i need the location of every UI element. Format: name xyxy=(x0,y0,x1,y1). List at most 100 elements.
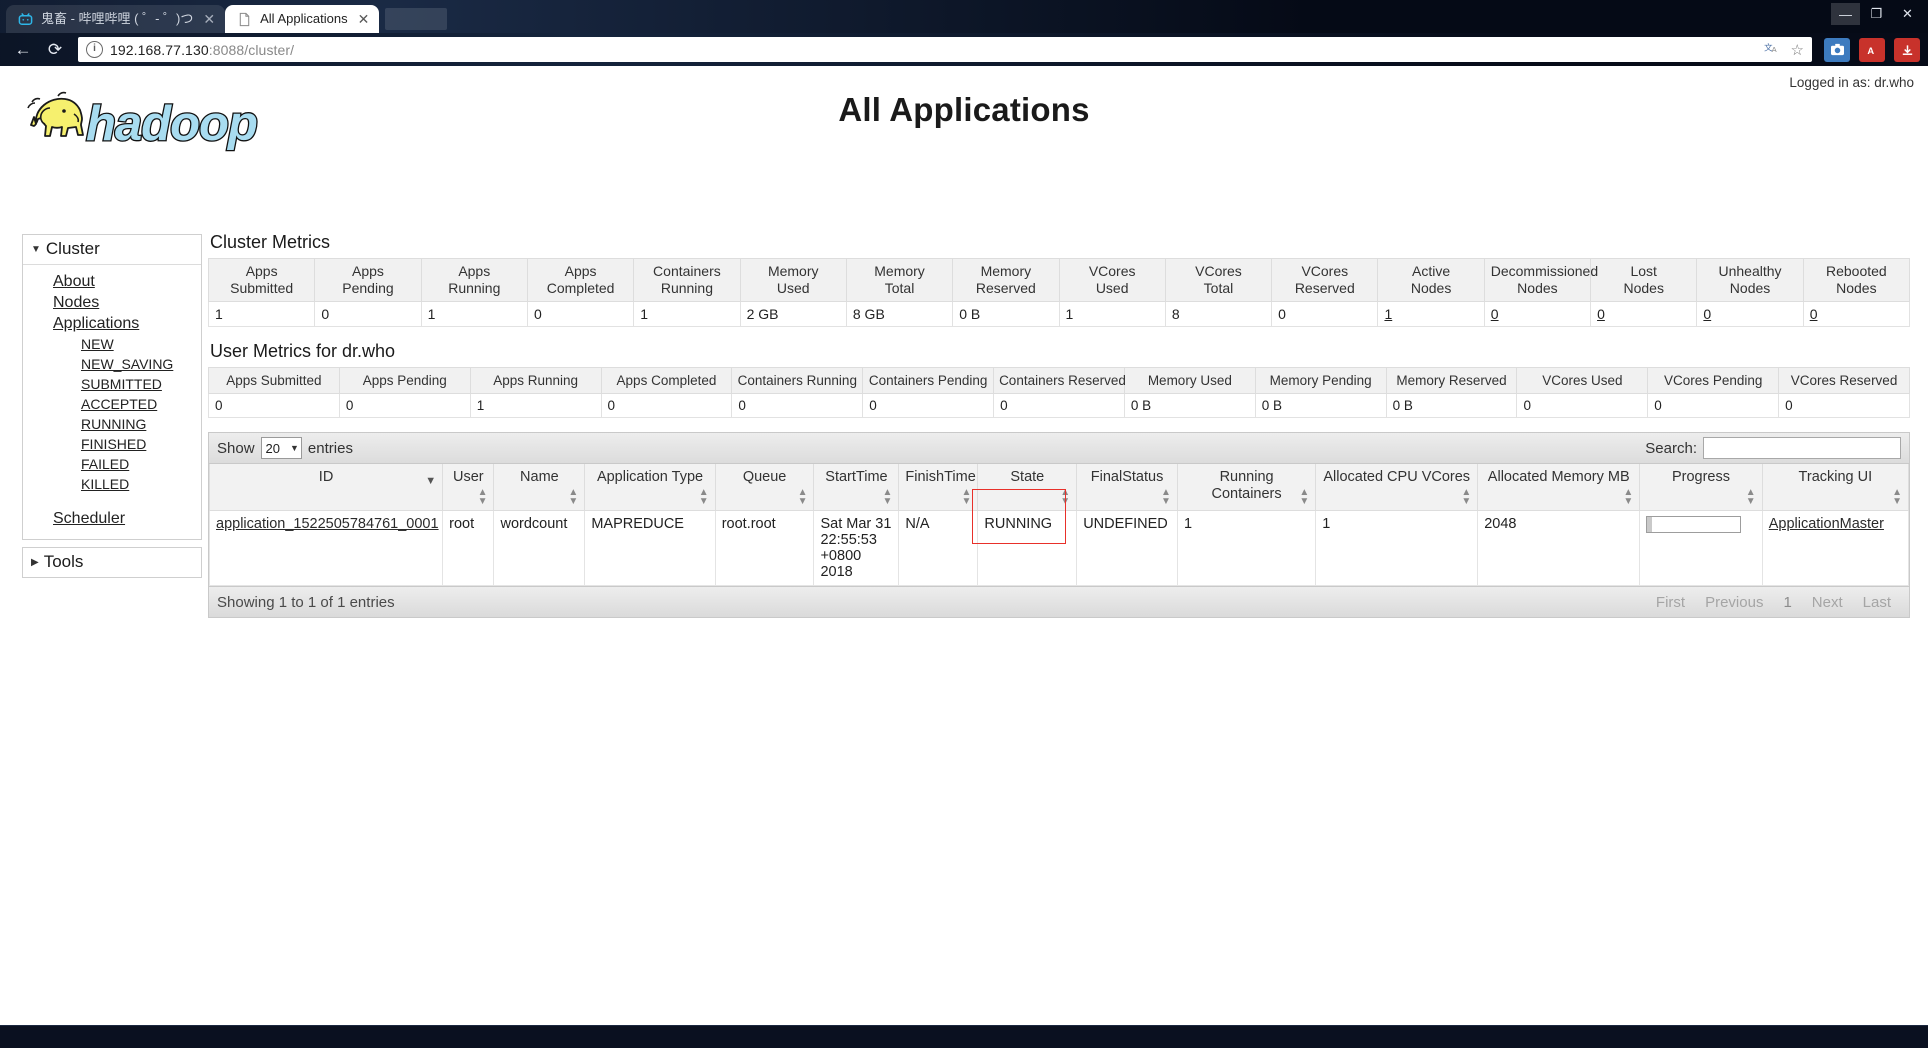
pdf-extension-icon[interactable]: A xyxy=(1859,37,1885,62)
bookmark-star-icon[interactable]: ☆ xyxy=(1791,41,1804,59)
sidebar-cluster-header[interactable]: ▼ Cluster xyxy=(23,235,201,265)
cluster-metric-header: VCores Used xyxy=(1058,258,1166,302)
user-metric-header: VCores Pending xyxy=(1647,367,1780,394)
applications-column-header[interactable]: Running Containers ▲ ▼ xyxy=(1176,464,1317,511)
cluster-metric-link[interactable]: 0 xyxy=(1810,306,1818,322)
user-metric-value: 0 xyxy=(1778,393,1910,418)
column-label: Application Type xyxy=(596,469,704,485)
sidebar-tools-box: ▶ Tools xyxy=(22,547,202,578)
page-length-select[interactable]: 20 ▼ xyxy=(260,437,302,459)
cluster-metric-link[interactable]: 0 xyxy=(1597,306,1605,322)
pagination-next-button[interactable]: Next xyxy=(1802,591,1853,614)
window-maximize-button[interactable]: ❐ xyxy=(1862,3,1891,25)
sort-desc-icon: ▼ xyxy=(425,475,437,487)
browser-tab-bilibili[interactable]: 鬼畜 - 哔哩哔哩 ( ゜- ゜)つ ✕ xyxy=(6,5,226,33)
user-metric-header: Memory Pending xyxy=(1254,367,1387,394)
cluster-metric-header: VCores Reserved xyxy=(1271,258,1379,302)
applications-column-header[interactable]: User ▲ ▼ xyxy=(442,464,495,511)
cluster-metric-link[interactable]: 1 xyxy=(1384,306,1392,322)
tab-close-icon[interactable]: ✕ xyxy=(358,12,370,26)
user-metrics-value-row: 00100000 B0 B0 B000 xyxy=(208,393,1910,418)
search-input[interactable] xyxy=(1703,437,1901,459)
cluster-metric-value[interactable]: 1 xyxy=(1377,301,1485,327)
applications-column-header[interactable]: Queue ▲ ▼ xyxy=(714,464,815,511)
screenshot-extension-icon[interactable] xyxy=(1824,37,1850,62)
sidebar-item-state-accepted[interactable]: ACCEPTED xyxy=(23,394,201,414)
translate-icon[interactable]: 文 A xyxy=(1764,40,1781,60)
sidebar-item-state-running[interactable]: RUNNING xyxy=(23,414,201,434)
reload-icon[interactable]: ⟳ xyxy=(40,36,70,64)
applications-column-header[interactable]: StartTime ▲ ▼ xyxy=(813,464,900,511)
address-bar[interactable]: i 192.168.77.130:8088/cluster/ 文 A ☆ xyxy=(78,37,1812,62)
cluster-metric-value[interactable]: 0 xyxy=(1802,301,1911,327)
window-close-button[interactable]: ✕ xyxy=(1893,3,1922,25)
pagination-first-button[interactable]: First xyxy=(1646,591,1695,614)
pagination-previous-button[interactable]: Previous xyxy=(1695,591,1773,614)
sidebar-item-state-new-saving[interactable]: NEW_SAVING xyxy=(23,354,201,374)
window-minimize-button[interactable]: — xyxy=(1831,3,1860,25)
column-label: State xyxy=(1010,469,1045,485)
datatable-footer: Showing 1 to 1 of 1 entries First Previo… xyxy=(209,586,1909,617)
applications-datatable: Show 20 ▼ entries Search: ID ▼ User ▲ ▼ … xyxy=(208,432,1910,618)
applications-column-header[interactable]: Name ▲ ▼ xyxy=(493,464,586,511)
applications-column-header[interactable]: Allocated Memory MB ▲ ▼ xyxy=(1477,464,1641,511)
browser-window: 鬼畜 - 哔哩哔哩 ( ゜- ゜)つ ✕ All Applications ✕ … xyxy=(0,0,1928,1048)
pagination-page-1-button[interactable]: 1 xyxy=(1773,591,1801,614)
cluster-metric-header: Apps Pending xyxy=(314,258,422,302)
applications-column-header[interactable]: State ▲ ▼ xyxy=(977,464,1078,511)
application-id-link[interactable]: application_1522505784761_0001 xyxy=(216,516,439,532)
applications-column-header[interactable]: Application Type ▲ ▼ xyxy=(584,464,716,511)
sidebar-item-about[interactable]: About xyxy=(23,271,201,292)
applications-header-row: ID ▼ User ▲ ▼ Name ▲ ▼ Application Type ▲ ▼ Queue ▲ ▼… xyxy=(208,464,1910,511)
applications-column-header[interactable]: FinalStatus ▲ ▼ xyxy=(1076,464,1178,511)
search-label: Search: xyxy=(1645,439,1697,457)
sidebar-cluster-box: ▼ Cluster About Nodes Applications NEW NE… xyxy=(22,234,202,540)
sidebar-item-applications[interactable]: Applications xyxy=(23,313,201,334)
sidebar-item-state-failed[interactable]: FAILED xyxy=(23,454,201,474)
applications-column-header[interactable]: Tracking UI ▲ ▼ xyxy=(1761,464,1910,511)
applications-column-header[interactable]: ID ▼ xyxy=(208,464,444,511)
svg-text:A: A xyxy=(1771,45,1776,54)
cluster-metric-link[interactable]: 0 xyxy=(1703,306,1711,322)
applications-column-header[interactable]: Allocated CPU VCores ▲ ▼ xyxy=(1315,464,1479,511)
cluster-metric-value[interactable]: 0 xyxy=(1590,301,1698,327)
tab-close-icon[interactable]: ✕ xyxy=(203,12,215,26)
site-info-icon[interactable]: i xyxy=(86,41,103,58)
applications-column-header[interactable]: FinishTime ▲ ▼ xyxy=(898,464,979,511)
user-metric-header: Containers Reserved xyxy=(993,367,1126,394)
column-label: Progress xyxy=(1671,469,1730,485)
cell-allocated-memory-mb: 2048 xyxy=(1477,510,1641,586)
user-metric-header: Apps Submitted xyxy=(208,367,340,394)
sidebar-item-nodes[interactable]: Nodes xyxy=(23,292,201,313)
page-length-value: 20 xyxy=(265,440,280,456)
new-tab-area[interactable] xyxy=(385,8,448,30)
chevron-right-icon: ▶ xyxy=(31,557,39,569)
cluster-metric-value: 0 B xyxy=(952,301,1060,327)
cell-tracking-ui[interactable]: ApplicationMaster xyxy=(1761,510,1910,586)
back-icon[interactable]: ← xyxy=(8,36,38,64)
cluster-metric-value[interactable]: 0 xyxy=(1696,301,1804,327)
hadoop-logo[interactable]: hadoop xyxy=(14,78,324,158)
sidebar-item-scheduler[interactable]: Scheduler xyxy=(23,508,201,529)
sidebar-item-state-new[interactable]: NEW xyxy=(23,334,201,354)
tab-strip: 鬼畜 - 哔哩哔哩 ( ゜- ゜)つ ✕ All Applications ✕ xyxy=(0,0,448,33)
sidebar-item-state-killed[interactable]: KILLED xyxy=(23,474,201,494)
sidebar-item-state-finished[interactable]: FINISHED xyxy=(23,434,201,454)
pagination-last-button[interactable]: Last xyxy=(1853,591,1901,614)
download-extension-icon[interactable] xyxy=(1894,37,1920,62)
sidebar-tools-header[interactable]: ▶ Tools xyxy=(23,548,201,577)
sidebar-tools-label: Tools xyxy=(43,552,84,571)
tracking-ui-link[interactable]: ApplicationMaster xyxy=(1769,516,1884,532)
cluster-metric-value[interactable]: 0 xyxy=(1483,301,1592,327)
column-label: Running Containers xyxy=(1211,469,1282,502)
sidebar-item-state-submitted[interactable]: SUBMITTED xyxy=(23,374,201,394)
svg-text:A: A xyxy=(1867,45,1874,55)
cell-user: root xyxy=(442,510,495,586)
cluster-metric-value: 1 xyxy=(633,301,741,327)
browser-tab-all-applications[interactable]: All Applications ✕ xyxy=(225,5,380,33)
cluster-metric-link[interactable]: 0 xyxy=(1491,306,1499,322)
cell-application-id[interactable]: application_1522505784761_0001 xyxy=(208,510,444,586)
applications-column-header[interactable]: Progress ▲ ▼ xyxy=(1639,464,1763,511)
sort-both-icon: ▲ ▼ xyxy=(1892,487,1902,507)
main-content: Cluster Metrics Apps Submitted Apps Pending… xyxy=(207,232,1911,618)
